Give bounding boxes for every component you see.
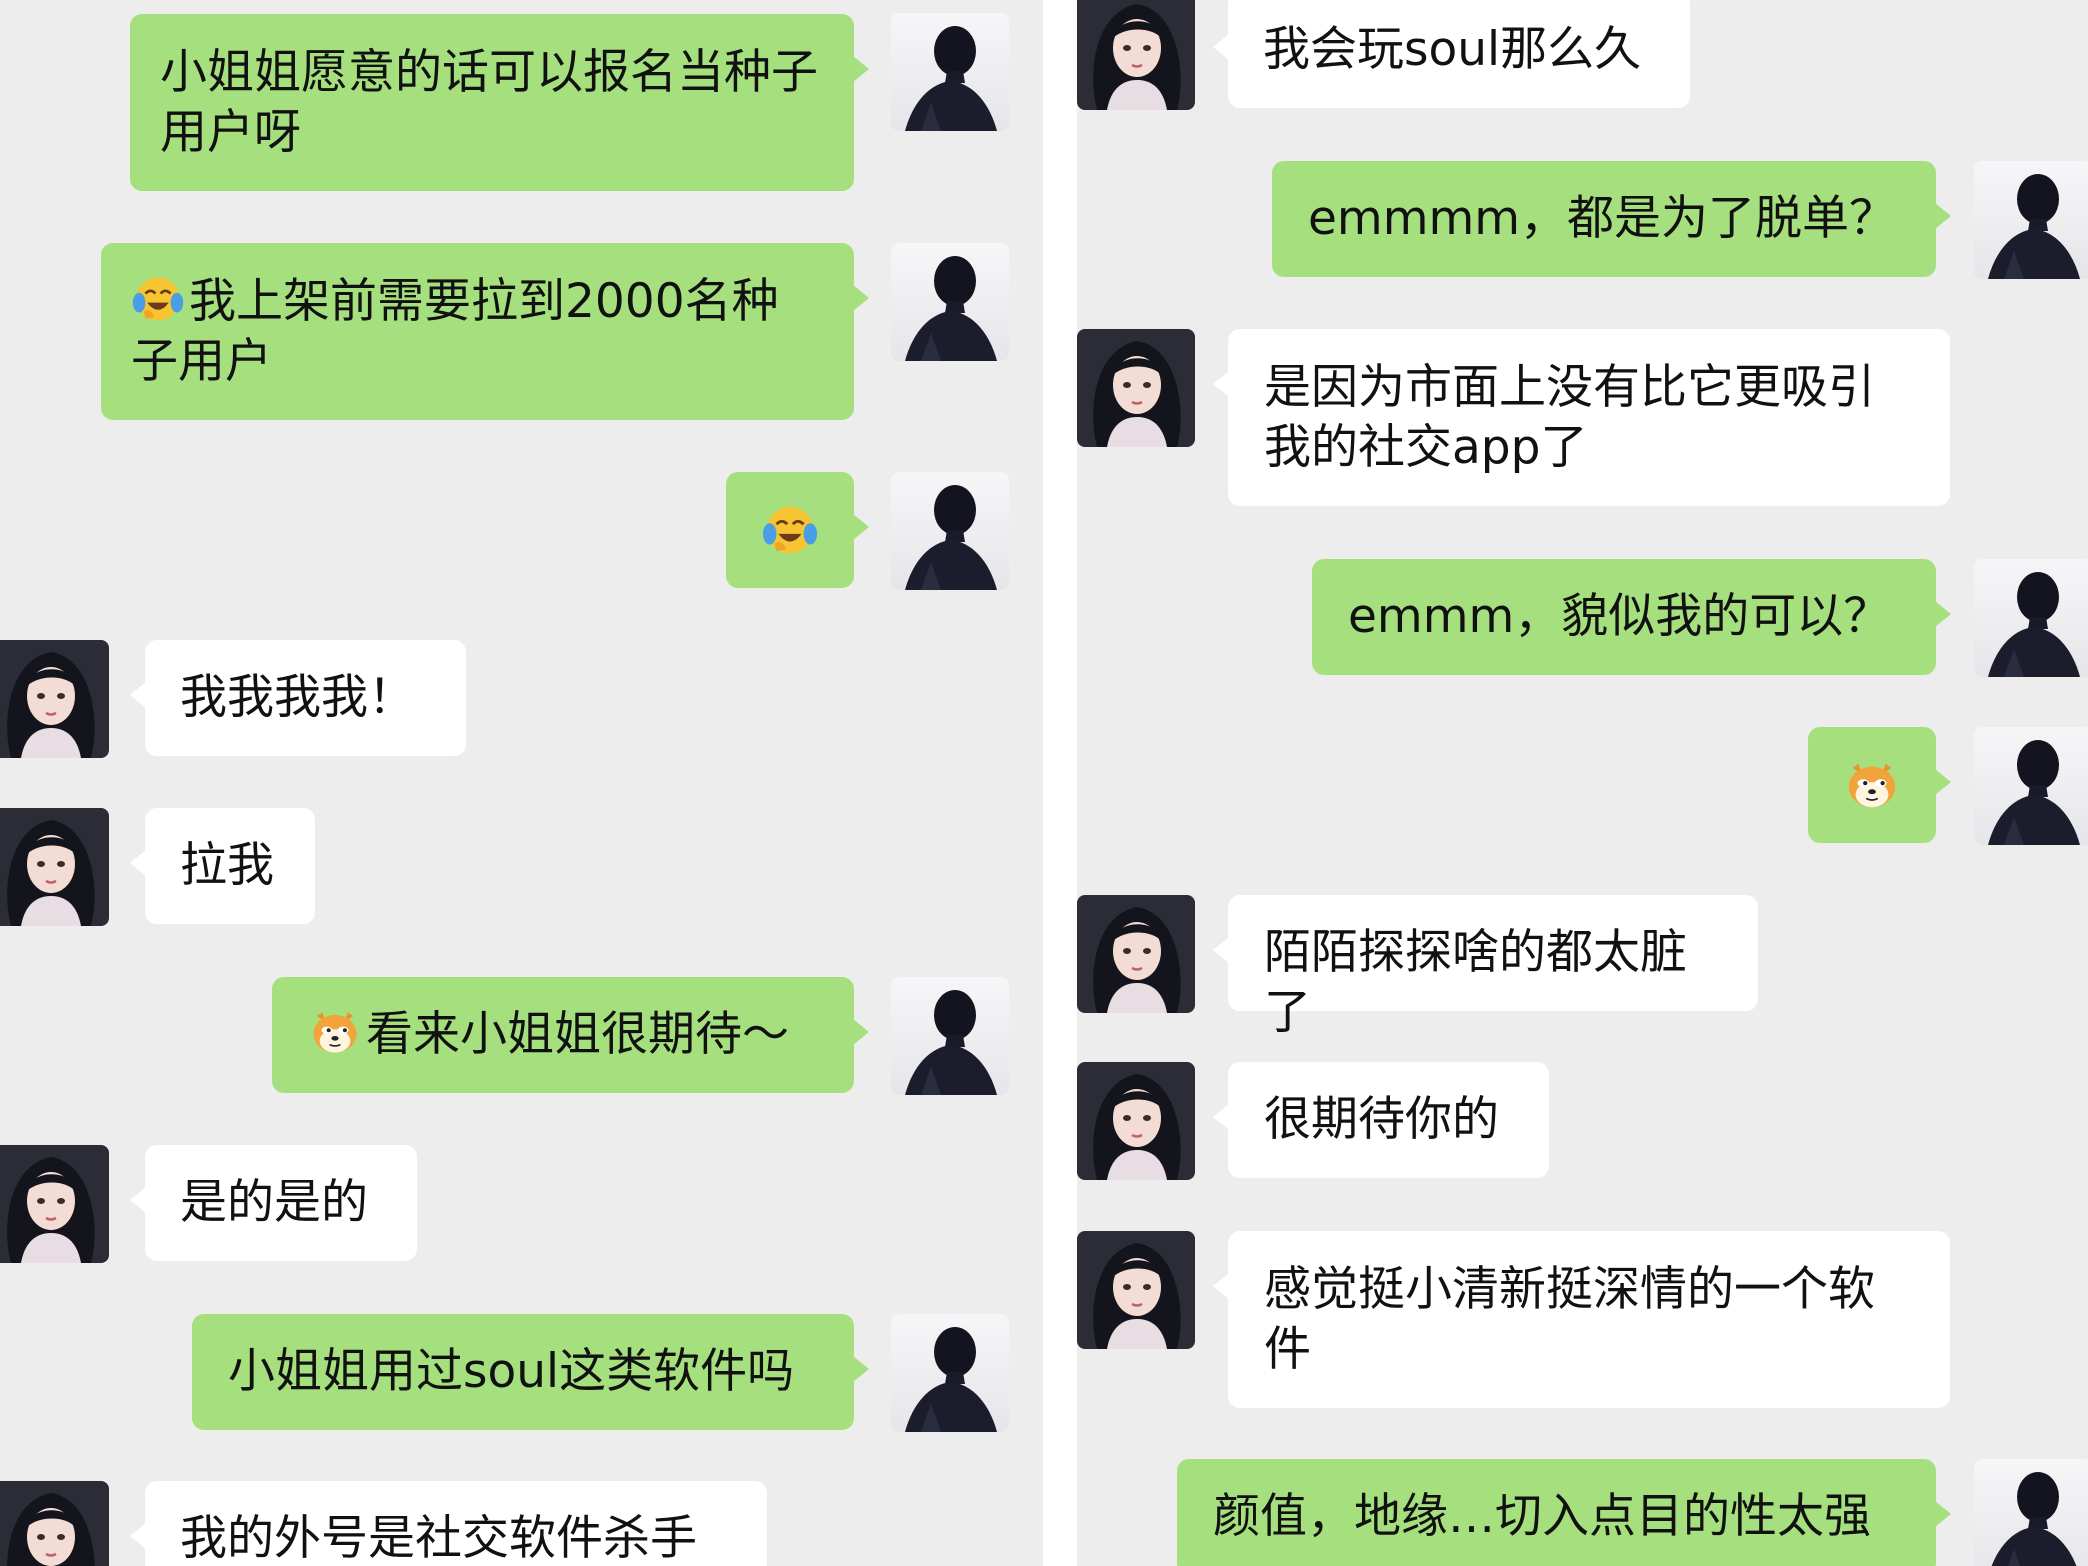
self-avatar[interactable] [891, 13, 1009, 131]
message-text: 颜值，地缘…切入点目的性太强 [1213, 1489, 1871, 1544]
message-bubble-incoming[interactable]: 拉我 [130, 808, 315, 924]
contact-avatar[interactable] [1077, 895, 1195, 1013]
message-text: emmm，貌似我的可以？ [1348, 589, 1891, 644]
message-bubble-incoming[interactable]: 是的是的 [130, 1145, 417, 1261]
self-avatar[interactable] [891, 1314, 1009, 1432]
self-avatar[interactable] [1974, 727, 2088, 845]
message-bubble-incoming[interactable]: 我我我我！ [130, 640, 466, 756]
message-bubble-outgoing[interactable]: 我上架前需要拉到2000名种子用户 [101, 243, 869, 420]
message-text: 很期待你的 [1264, 1092, 1499, 1147]
chat-panel-right: 我会玩soul那么久 emmmm，都是为了脱单？ 是因为市面上没有比它更吸引我的… [1077, 0, 2088, 1566]
message-bubble-incoming[interactable]: 我的外号是社交软件杀手 [130, 1481, 767, 1566]
self-avatar[interactable] [891, 472, 1009, 590]
message-text: 看来小姐姐很期待～ [366, 1007, 789, 1062]
doge-icon [1843, 756, 1901, 814]
message-text: 我我我我！ [180, 670, 415, 725]
message-bubble-outgoing[interactable]: 看来小姐姐很期待～ [272, 977, 869, 1093]
message-bubble-outgoing[interactable]: 小姐姐用过soul这类软件吗 [192, 1314, 869, 1430]
message-bubble-incoming[interactable]: 很期待你的 [1213, 1062, 1549, 1178]
message-bubble-outgoing[interactable]: 颜值，地缘…切入点目的性太强 [1177, 1459, 1951, 1566]
message-text: 是因为市面上没有比它更吸引我的社交app了 [1264, 360, 1875, 475]
self-avatar[interactable] [891, 243, 1009, 361]
message-text: 小姐姐愿意的话可以报名当种子用户呀 [160, 45, 818, 160]
panel-divider [1043, 0, 1077, 1566]
message-bubble-outgoing[interactable]: emmmm，都是为了脱单？ [1272, 161, 1951, 277]
message-text: 感觉挺小清新挺深情的一个软件 [1264, 1262, 1875, 1377]
contact-avatar[interactable] [1077, 1231, 1195, 1349]
contact-avatar[interactable] [1077, 1062, 1195, 1180]
message-text: 小姐姐用过soul这类软件吗 [228, 1344, 795, 1399]
chat-panel-left: 小姐姐愿意的话可以报名当种子用户呀 我上架前需要拉到2000名种子用户 我我我我… [0, 0, 1043, 1566]
doge-icon [308, 1005, 362, 1059]
message-text: 陌陌探探啥的都太脏了 [1264, 925, 1687, 1040]
message-bubble-outgoing[interactable]: emmm，貌似我的可以？ [1312, 559, 1951, 675]
contact-avatar[interactable] [0, 1145, 109, 1263]
message-text: 我的外号是社交软件杀手 [180, 1511, 697, 1566]
message-text: 是的是的 [180, 1175, 368, 1230]
self-avatar[interactable] [891, 977, 1009, 1095]
message-bubble-incoming[interactable]: 我会玩soul那么久 [1213, 0, 1690, 108]
message-bubble-incoming[interactable]: 是因为市面上没有比它更吸引我的社交app了 [1213, 329, 1950, 506]
message-bubble-incoming[interactable]: 陌陌探探啥的都太脏了 [1213, 895, 1758, 1040]
contact-avatar[interactable] [0, 640, 109, 758]
message-bubble-outgoing[interactable]: 小姐姐愿意的话可以报名当种子用户呀 [130, 14, 869, 191]
message-text: 我上架前需要拉到2000名种子用户 [131, 274, 779, 389]
message-bubble-incoming[interactable]: 感觉挺小清新挺深情的一个软件 [1213, 1231, 1950, 1408]
message-text: 我会玩soul那么久 [1263, 22, 1642, 77]
contact-avatar[interactable] [0, 1481, 109, 1566]
face-with-tears-of-joy-icon [131, 272, 185, 326]
message-text: emmmm，都是为了脱单？ [1308, 191, 1897, 246]
self-avatar[interactable] [1974, 559, 2088, 677]
contact-avatar[interactable] [1077, 329, 1195, 447]
contact-avatar[interactable] [0, 808, 109, 926]
message-bubble-outgoing[interactable] [1808, 727, 1951, 843]
message-text: 拉我 [180, 838, 274, 893]
self-avatar[interactable] [1974, 161, 2088, 279]
face-with-tears-of-joy-icon [761, 501, 819, 559]
contact-avatar[interactable] [1077, 0, 1195, 110]
message-bubble-outgoing[interactable] [726, 472, 869, 588]
self-avatar[interactable] [1974, 1459, 2088, 1566]
